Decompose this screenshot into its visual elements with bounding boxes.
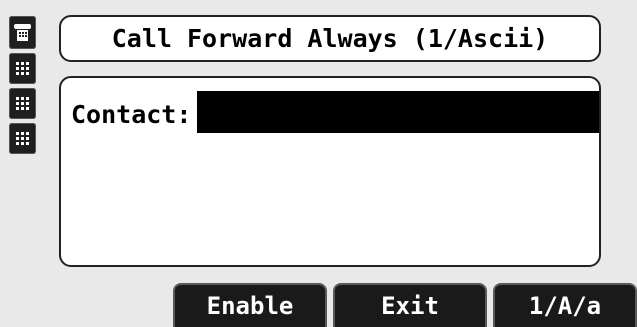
content-panel: Contact:: [59, 76, 601, 267]
keypad-icon: [16, 97, 29, 110]
contact-input[interactable]: [197, 91, 599, 133]
line-key-1[interactable]: [9, 16, 36, 49]
handset-icon: [12, 21, 33, 44]
exit-button[interactable]: Exit: [333, 283, 487, 327]
line-key-3[interactable]: [9, 88, 36, 119]
keypad-icon: [16, 62, 29, 75]
contact-label: Contact:: [71, 100, 192, 129]
line-keys: [9, 16, 36, 158]
input-mode-button[interactable]: 1/A/a: [493, 283, 637, 327]
line-key-4[interactable]: [9, 123, 36, 154]
line-key-2[interactable]: [9, 53, 36, 84]
title-bar: Call Forward Always (1/Ascii): [59, 15, 601, 62]
enable-button[interactable]: Enable: [173, 283, 327, 327]
keypad-icon: [16, 132, 29, 145]
page-title: Call Forward Always (1/Ascii): [111, 24, 549, 53]
